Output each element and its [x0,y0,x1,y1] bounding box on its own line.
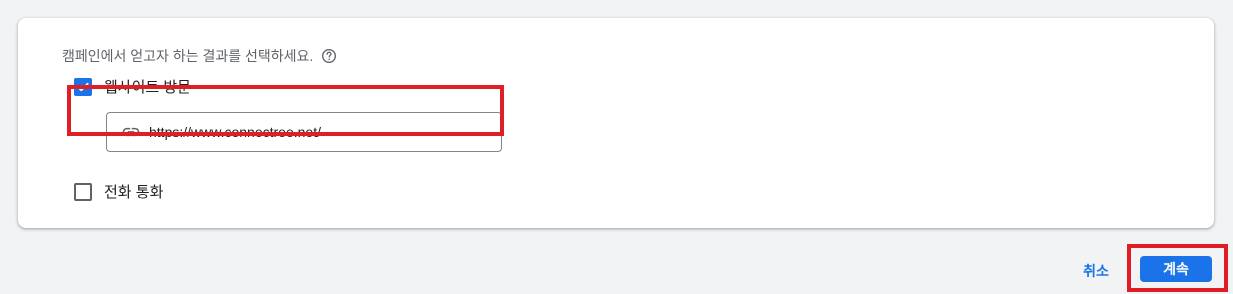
continue-highlight-box [1127,244,1228,292]
phone-call-checkbox[interactable] [74,182,92,201]
option-phone-call[interactable]: 전화 통화 [74,181,163,202]
cancel-button[interactable]: 취소 [1070,259,1122,283]
url-highlight-box [67,85,504,136]
goal-question: 캠페인에서 얻고자 하는 결과를 선택하세요. [62,46,337,66]
help-circle-icon[interactable] [321,48,337,64]
goal-question-text: 캠페인에서 얻고자 하는 결과를 선택하세요. [62,48,314,64]
phone-call-label: 전화 통화 [104,184,164,201]
